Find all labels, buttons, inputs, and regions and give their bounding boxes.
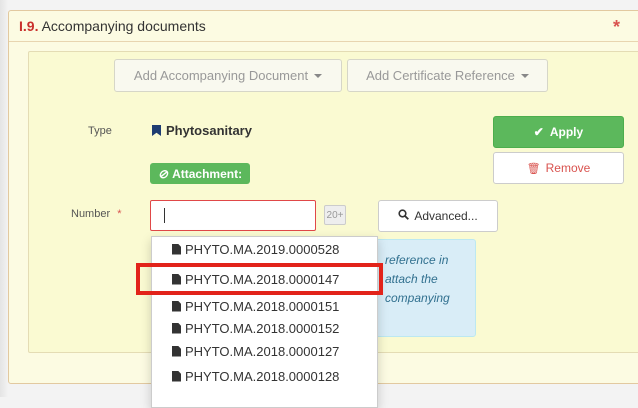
attachment-badge: ⊘ Attachment: bbox=[150, 163, 251, 184]
file-icon bbox=[172, 345, 181, 357]
results-count-badge: 20+ bbox=[324, 205, 346, 225]
bookmark-icon bbox=[152, 125, 161, 136]
number-suggestions-dropdown: PHYTO.MA.2019.0000528 PHYTO.MA.2018.0000… bbox=[151, 236, 378, 408]
type-value: Phytosanitary bbox=[152, 123, 252, 138]
suggestion-text: PHYTO.MA.2018.0000152 bbox=[185, 320, 340, 336]
trash-icon: 🗑 bbox=[526, 162, 541, 175]
type-label: Type bbox=[88, 125, 112, 137]
info-hint-text: reference in attach the companying bbox=[385, 253, 450, 305]
number-label: Number * bbox=[71, 208, 121, 220]
advanced-label: Advanced... bbox=[414, 209, 478, 223]
text-cursor bbox=[164, 208, 165, 223]
suggestion-item[interactable]: PHYTO.MA.2018.0000151 bbox=[152, 295, 377, 317]
add-certificate-label: Add Certificate Reference bbox=[366, 68, 515, 83]
file-icon bbox=[172, 322, 181, 334]
advanced-search-button[interactable]: Advanced... bbox=[378, 200, 498, 232]
suggestion-item[interactable]: PHYTO.MA.2018.0000128 bbox=[152, 365, 377, 387]
suggestion-text: PHYTO.MA.2019.0000528 bbox=[185, 241, 340, 257]
add-certificate-reference-button[interactable]: Add Certificate Reference bbox=[347, 59, 548, 92]
file-icon bbox=[172, 300, 181, 312]
number-label-text: Number bbox=[71, 208, 111, 220]
check-icon: ✔ bbox=[533, 125, 544, 139]
suggestion-item[interactable]: PHYTO.MA.2018.0000152 bbox=[152, 317, 377, 339]
suggestion-text: PHYTO.MA.2018.0000151 bbox=[185, 298, 340, 314]
section-number: I.9. bbox=[19, 18, 39, 34]
caret-down-icon bbox=[314, 73, 323, 78]
apply-button[interactable]: ✔ Apply bbox=[493, 116, 624, 148]
remove-label: Remove bbox=[545, 161, 591, 175]
info-hint-box: reference in attach the companying bbox=[370, 239, 476, 337]
paperclip-icon: ⊘ bbox=[158, 166, 169, 181]
remove-button[interactable]: 🗑 Remove bbox=[493, 152, 624, 184]
add-document-label: Add Accompanying Document bbox=[133, 68, 309, 83]
section-title-text: Accompanying documents bbox=[41, 18, 206, 34]
file-icon bbox=[172, 370, 181, 382]
suggestion-item[interactable]: PHYTO.MA.2019.0000528 bbox=[152, 238, 377, 260]
suggestion-item[interactable]: PHYTO.MA.2018.0000127 bbox=[152, 340, 377, 362]
suggestion-text: PHYTO.MA.2018.0000128 bbox=[185, 368, 340, 384]
number-input[interactable] bbox=[150, 200, 316, 231]
required-star: * bbox=[613, 17, 621, 37]
section-title: I.9. Accompanying documents bbox=[19, 18, 206, 34]
suggestion-text: PHYTO.MA.2018.0000127 bbox=[185, 343, 340, 359]
attachment-label: Attachment: bbox=[172, 166, 243, 181]
add-accompanying-document-button[interactable]: Add Accompanying Document bbox=[114, 59, 342, 92]
caret-down-icon bbox=[520, 73, 529, 78]
left-shadow bbox=[0, 0, 8, 397]
number-required-mark: * bbox=[117, 208, 122, 220]
file-icon bbox=[172, 243, 181, 255]
type-value-text: Phytosanitary bbox=[166, 123, 252, 138]
search-icon bbox=[398, 209, 410, 223]
highlighted-suggestion-outline bbox=[136, 263, 383, 295]
apply-label: Apply bbox=[549, 125, 584, 139]
panel-header: I.9. Accompanying documents * bbox=[9, 11, 638, 42]
